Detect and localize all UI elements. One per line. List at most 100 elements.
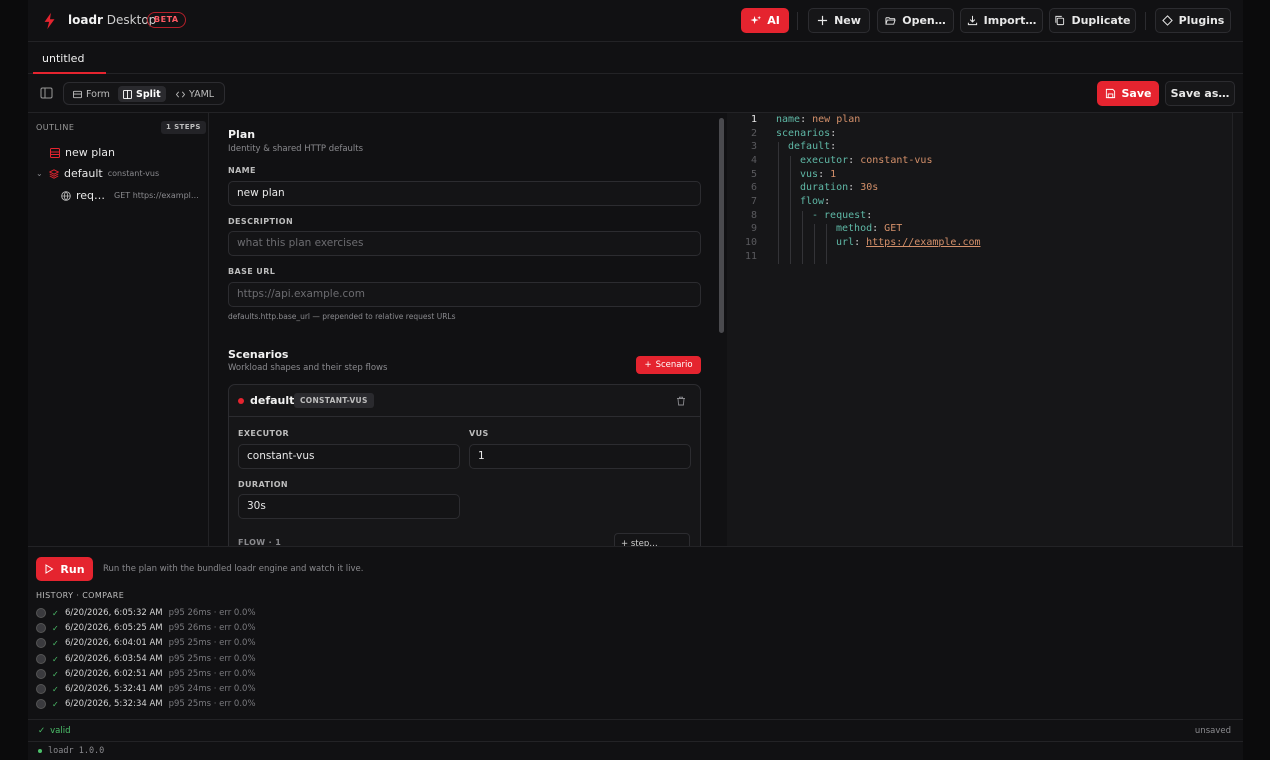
yaml-line: url: https://example.com: [836, 237, 981, 248]
import-label: Import…: [983, 14, 1037, 27]
view-mode-switcher: Form Split YAML: [63, 82, 225, 105]
yaml-key: duration: [800, 182, 849, 193]
globe-icon: [61, 190, 71, 201]
compare-radio[interactable]: [36, 638, 46, 648]
new-button[interactable]: New: [808, 8, 870, 33]
validation-label: valid: [50, 726, 71, 736]
validation-status: ✓ valid: [38, 726, 70, 736]
add-scenario-button[interactable]: + Scenario: [636, 356, 701, 374]
duplicate-label: Duplicate: [1071, 14, 1131, 27]
yaml-line: name: new plan: [776, 114, 861, 125]
flow-label: FLOW · 1: [238, 538, 282, 546]
check-icon: ✓: [52, 608, 59, 618]
view-yaml-button[interactable]: YAML: [171, 86, 219, 102]
scenario-executor-badge: CONSTANT-VUS: [294, 393, 374, 408]
history-time: 6/20/2026, 6:03:54 AM: [65, 654, 163, 664]
history-row[interactable]: ✓ 6/20/2026, 6:04:01 AM p95 25ms · err 0.0…: [36, 636, 256, 650]
outline-item-plan[interactable]: new plan: [50, 146, 115, 159]
outline-heading: OUTLINE: [36, 123, 75, 132]
compare-radio[interactable]: [36, 654, 46, 664]
duplicate-button[interactable]: Duplicate: [1049, 8, 1136, 33]
description-field[interactable]: what this plan exercises: [228, 231, 701, 256]
yaml-key: flow: [800, 196, 825, 207]
trash-icon[interactable]: [676, 396, 686, 406]
history-row[interactable]: ✓ 6/20/2026, 6:05:32 AM p95 26ms · err 0.0…: [36, 606, 256, 620]
plugins-button[interactable]: Plugins: [1155, 8, 1231, 33]
save-icon: [1105, 88, 1115, 99]
compare-radio[interactable]: [36, 684, 46, 694]
editor-toolbar: Form Split YAML Save Save as…: [28, 74, 1243, 113]
compare-radio[interactable]: [36, 623, 46, 633]
status-bar: ✓ valid unsaved: [28, 719, 1243, 741]
form-scrollbar-thumb[interactable]: [719, 118, 724, 333]
yaml-line: default:: [788, 141, 837, 152]
yaml-value: 1: [830, 169, 837, 180]
sidebar-toggle-icon[interactable]: [40, 87, 53, 99]
yaml-key: method: [836, 223, 873, 234]
view-form-button[interactable]: Form: [68, 86, 115, 102]
code-icon: [176, 91, 185, 97]
outline-item-request[interactable]: req… GET https://exampl…: [61, 189, 199, 202]
line-number: 6: [750, 182, 757, 193]
tab-untitled[interactable]: untitled: [33, 46, 106, 74]
ai-button[interactable]: AI: [741, 8, 789, 33]
form-icon: [73, 90, 82, 98]
history-row[interactable]: ✓ 6/20/2026, 6:03:54 AM p95 25ms · err 0.0…: [36, 652, 256, 666]
history-stats: p95 25ms · err 0.0%: [168, 669, 256, 679]
compare-radio[interactable]: [36, 669, 46, 679]
save-button[interactable]: Save: [1097, 81, 1159, 106]
app-window: loadr Desktop BETA AI New Open… Import… …: [28, 0, 1243, 760]
save-label: Save: [1121, 87, 1152, 100]
vus-field[interactable]: 1: [469, 444, 691, 469]
yaml-key: scenarios: [776, 128, 831, 139]
base-url-field[interactable]: https://api.example.com: [228, 282, 701, 307]
name-label: NAME: [228, 166, 256, 175]
line-number: 7: [750, 196, 757, 207]
check-icon: ✓: [52, 623, 59, 633]
top-bar: loadr Desktop BETA AI New Open… Import… …: [28, 0, 1243, 42]
line-number: 11: [744, 251, 757, 262]
history-row[interactable]: ✓ 6/20/2026, 5:32:34 AM p95 25ms · err 0.0…: [36, 697, 256, 711]
yaml-line: scenarios:: [776, 128, 837, 139]
yaml-value: new plan: [812, 114, 861, 125]
history-stats: p95 25ms · err 0.0%: [168, 699, 256, 709]
run-panel: Run Run the plan with the bundled loadr …: [28, 546, 1243, 719]
outline-plan-label: new plan: [65, 146, 115, 159]
outline-item-scenario[interactable]: ⌄ default constant-vus: [36, 167, 159, 180]
version-label: loadr 1.0.0: [48, 746, 105, 756]
run-description: Run the plan with the bundled loadr engi…: [103, 564, 364, 574]
run-button[interactable]: Run: [36, 557, 93, 581]
chevron-down-icon[interactable]: ⌄: [36, 169, 44, 178]
history-stats: p95 24ms · err 0.0%: [168, 684, 256, 694]
download-icon: [967, 15, 977, 26]
view-split-button[interactable]: Split: [118, 86, 166, 102]
compare-radio[interactable]: [36, 699, 46, 709]
name-field[interactable]: new plan: [228, 181, 701, 206]
history-row[interactable]: ✓ 6/20/2026, 6:02:51 AM p95 25ms · err 0.0…: [36, 667, 256, 681]
copy-icon: [1055, 15, 1065, 26]
history-row[interactable]: ✓ 6/20/2026, 5:32:41 AM p95 24ms · err 0.0…: [36, 682, 256, 696]
history-row[interactable]: ✓ 6/20/2026, 6:05:25 AM p95 26ms · err 0.0…: [36, 621, 256, 635]
add-step-select[interactable]: + step…: [614, 533, 690, 546]
import-button[interactable]: Import…: [960, 8, 1043, 33]
open-button[interactable]: Open…: [877, 8, 954, 33]
executor-field[interactable]: constant-vus: [238, 444, 460, 469]
yaml-value: 30s: [860, 182, 879, 193]
document-tab-bar: untitled: [28, 42, 1243, 74]
yaml-editor[interactable]: 1 2 3 4 5 6 7 8 9 10 11 name: new plan s…: [727, 113, 1232, 546]
save-as-button[interactable]: Save as…: [1165, 81, 1235, 106]
check-icon: ✓: [52, 699, 59, 709]
yaml-url-link[interactable]: https://example.com: [866, 237, 980, 248]
compare-radio[interactable]: [36, 608, 46, 618]
view-form-label: Form: [86, 88, 110, 100]
editor-scrollbar[interactable]: [1232, 113, 1243, 546]
scenario-status-dot: [238, 398, 244, 404]
line-number: 8: [750, 210, 757, 221]
outline-request-label: req…: [76, 189, 106, 202]
view-yaml-label: YAML: [189, 88, 215, 100]
duration-field[interactable]: 30s: [238, 494, 460, 519]
duration-label: DURATION: [238, 480, 288, 489]
plan-form: Plan Identity & shared HTTP defaults NAM…: [209, 113, 726, 546]
app-brand: loadr Desktop: [68, 13, 156, 27]
line-number: 3: [750, 141, 757, 152]
